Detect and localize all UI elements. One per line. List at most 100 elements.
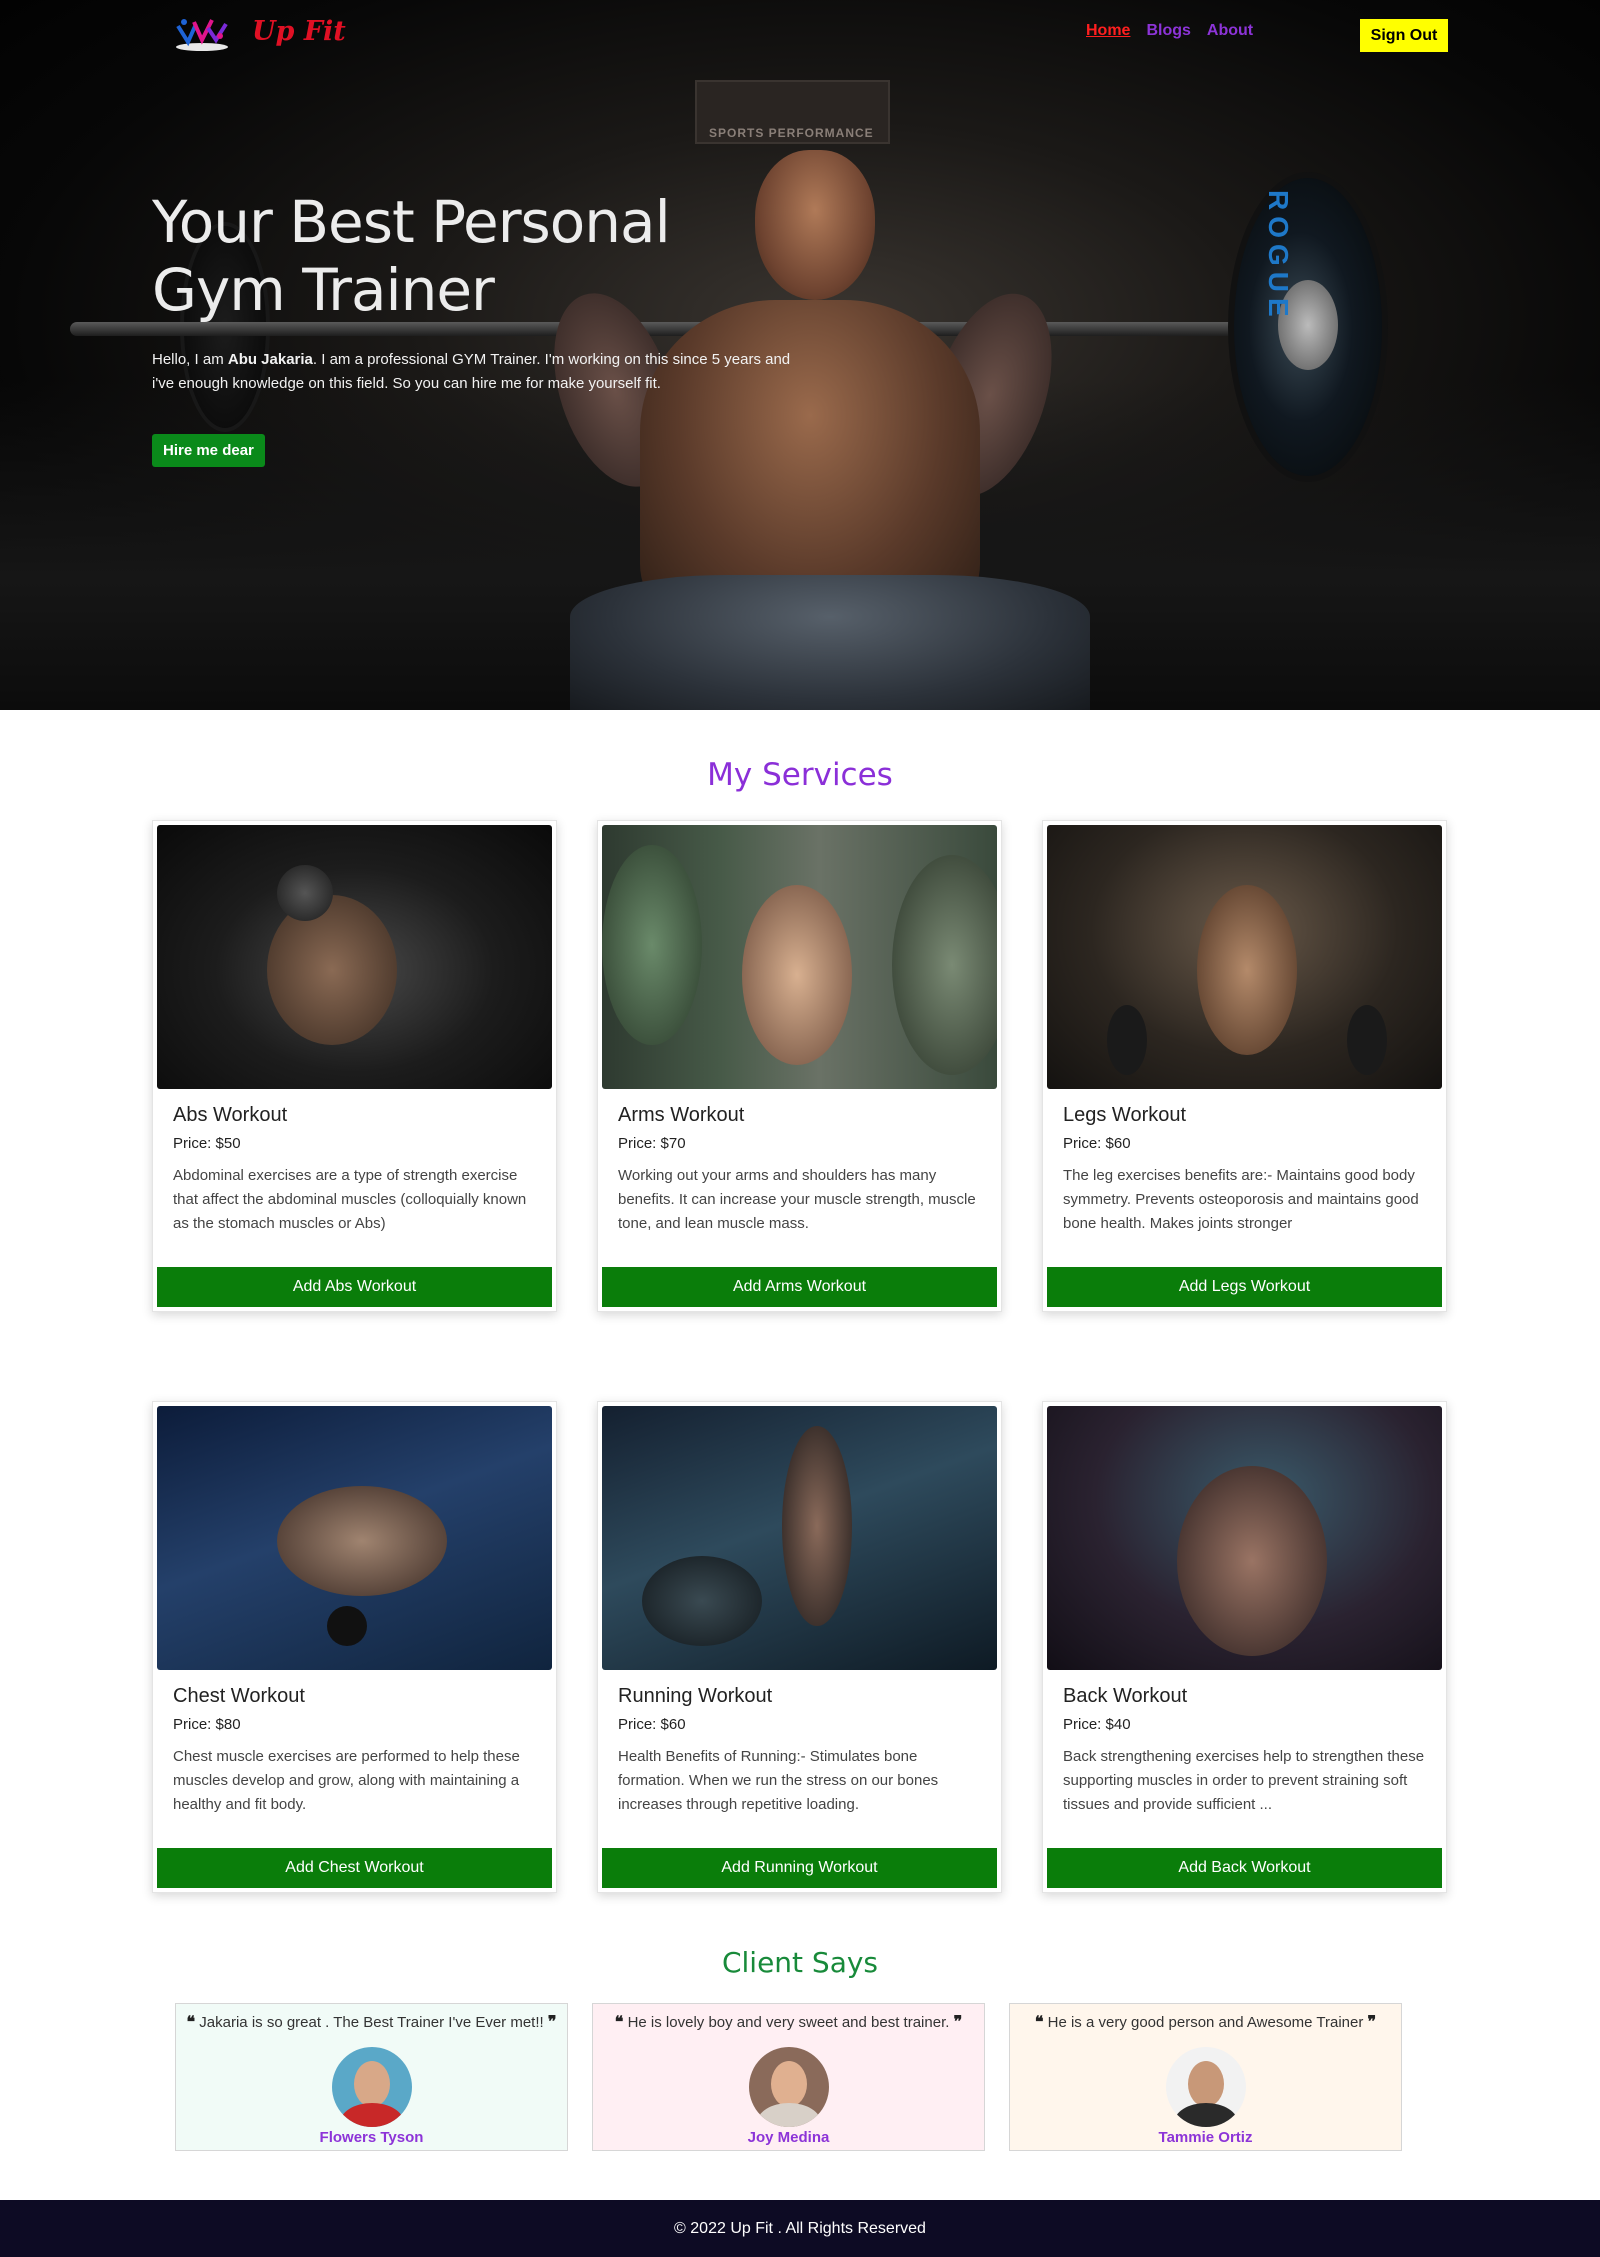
hero-desc-prefix: Hello, I am (152, 351, 228, 368)
hero-content: Your Best Personal Gym Trainer Hello, I … (152, 188, 812, 467)
athlete-figure (1177, 1466, 1327, 1656)
add-abs-workout-button[interactable]: Add Abs Workout (157, 1267, 552, 1307)
service-card-arms: Arms Workout Price: $70 Working out your… (597, 820, 1002, 1312)
testimonials-row: ❝ Jakaria is so great . The Best Trainer… (175, 2003, 1402, 2151)
kettlebell (327, 1606, 367, 1646)
athlete-figure (1197, 885, 1297, 1055)
service-image-arms (602, 825, 997, 1089)
service-image-running (602, 1406, 997, 1670)
services-title: My Services (707, 757, 893, 793)
service-card-body: Back Workout Price: $40 Back strengtheni… (1047, 1670, 1442, 1846)
service-title: Abs Workout (173, 1104, 288, 1126)
athlete-figure (742, 885, 852, 1065)
services-row-2: Chest Workout Price: $80 Chest muscle ex… (152, 1401, 1448, 1893)
service-title: Arms Workout (618, 1104, 745, 1126)
service-description: Health Benefits of Running:- Stimulates … (618, 1748, 939, 1813)
services-row-1: Abs Workout Price: $50 Abdominal exercis… (152, 820, 1448, 1312)
service-image-back (1047, 1406, 1442, 1670)
testimonial-text: He is lovely boy and very sweet and best… (627, 2014, 950, 2031)
add-chest-workout-button[interactable]: Add Chest Workout (157, 1848, 552, 1888)
add-legs-workout-button[interactable]: Add Legs Workout (1047, 1267, 1442, 1307)
gym-machine (642, 1556, 762, 1646)
quote-close-icon: ❞ (953, 2012, 963, 2031)
client-name: Flowers Tyson (319, 2129, 424, 2146)
athlete-figure (277, 1486, 447, 1596)
service-card-abs: Abs Workout Price: $50 Abdominal exercis… (152, 820, 557, 1312)
service-description: Abdominal exercises are a type of streng… (173, 1167, 527, 1232)
top-navbar: Up Fit Home Blogs About Sign Out (0, 0, 1600, 70)
service-price: Price: $50 (173, 1135, 241, 1152)
service-image-legs (1047, 825, 1442, 1089)
weight-plate-left (602, 845, 702, 1045)
service-title: Chest Workout (173, 1685, 305, 1707)
service-description: Chest muscle exercises are performed to … (173, 1748, 520, 1813)
quote-open-icon: ❝ (614, 2012, 624, 2031)
nav-link-about[interactable]: About (1207, 22, 1253, 40)
service-card-body: Chest Workout Price: $80 Chest muscle ex… (157, 1670, 552, 1846)
weight-plate-right (892, 855, 997, 1075)
testimonial-card: ❝ He is lovely boy and very sweet and be… (592, 2003, 985, 2151)
plate-logo-text: ROGUE (1263, 190, 1294, 323)
nav-link-blogs[interactable]: Blogs (1146, 22, 1190, 40)
clients-title: Client Says (721, 1946, 879, 1979)
quote-close-icon: ❞ (1367, 2012, 1377, 2031)
service-price: Price: $80 (173, 1716, 241, 1733)
testimonial-quote: ❝ He is a very good person and Awesome T… (1010, 2012, 1401, 2031)
nav-link-home[interactable]: Home (1086, 22, 1130, 40)
testimonial-quote: ❝ He is lovely boy and very sweet and be… (593, 2012, 984, 2031)
hero-background-sign: SPORTS PERFORMANCE (695, 80, 890, 144)
service-card-body: Running Workout Price: $60 Health Benefi… (602, 1670, 997, 1846)
quote-open-icon: ❝ (186, 2012, 196, 2031)
service-card-chest: Chest Workout Price: $80 Chest muscle ex… (152, 1401, 557, 1893)
hero-title-line1: Your Best Personal (152, 188, 671, 256)
service-title: Legs Workout (1063, 1104, 1187, 1126)
hero-title: Your Best Personal Gym Trainer (152, 188, 812, 324)
service-title: Back Workout (1063, 1685, 1188, 1707)
service-price: Price: $40 (1063, 1716, 1131, 1733)
quote-close-icon: ❞ (547, 2012, 557, 2031)
avatar (1165, 2047, 1246, 2127)
avatar (331, 2047, 412, 2127)
quote-open-icon: ❝ (1034, 2012, 1044, 2031)
service-price: Price: $70 (618, 1135, 686, 1152)
service-card-back: Back Workout Price: $40 Back strengtheni… (1042, 1401, 1447, 1893)
client-name: Joy Medina (747, 2129, 830, 2146)
avatar (748, 2047, 829, 2127)
service-price: Price: $60 (1063, 1135, 1131, 1152)
footer: © 2022 Up Fit . All Rights Reserved (0, 2200, 1600, 2257)
testimonial-text: He is a very good person and Awesome Tra… (1047, 2014, 1364, 2031)
medicine-ball (277, 865, 333, 921)
athlete-figure (267, 895, 397, 1045)
footer-copyright: © 2022 Up Fit . All Rights Reserved (674, 2220, 926, 2237)
service-description: The leg exercises benefits are:- Maintai… (1063, 1167, 1419, 1232)
service-image-chest (157, 1406, 552, 1670)
barbell-plate-right (1347, 1005, 1387, 1075)
service-description: Working out your arms and shoulders has … (618, 1167, 976, 1232)
service-card-running: Running Workout Price: $60 Health Benefi… (597, 1401, 1002, 1893)
client-name: Tammie Ortiz (1158, 2129, 1253, 2146)
athlete-figure (782, 1426, 852, 1626)
hero-section: SPORTS PERFORMANCE ROGUE Up Fit Home Blo… (0, 0, 1600, 710)
barbell-plate-left (1107, 1005, 1147, 1075)
testimonial-text: Jakaria is so great . The Best Trainer I… (199, 2014, 544, 2031)
testimonial-quote: ❝ Jakaria is so great . The Best Trainer… (176, 2012, 567, 2031)
hero-description: Hello, I am Abu Jakaria. I am a professi… (152, 348, 792, 396)
upfit-logo-icon[interactable] (172, 14, 232, 54)
hero-title-line2: Gym Trainer (152, 256, 495, 324)
add-arms-workout-button[interactable]: Add Arms Workout (602, 1267, 997, 1307)
sign-out-button[interactable]: Sign Out (1360, 19, 1448, 52)
trainer-shorts (570, 575, 1090, 710)
testimonial-card: ❝ Jakaria is so great . The Best Trainer… (175, 2003, 568, 2151)
add-back-workout-button[interactable]: Add Back Workout (1047, 1848, 1442, 1888)
service-card-body: Arms Workout Price: $70 Working out your… (602, 1089, 997, 1265)
add-running-workout-button[interactable]: Add Running Workout (602, 1848, 997, 1888)
service-image-abs (157, 825, 552, 1089)
brand-name[interactable]: Up Fit (252, 16, 346, 47)
service-card-body: Legs Workout Price: $60 The leg exercise… (1047, 1089, 1442, 1265)
trainer-name: Abu Jakaria (227, 351, 313, 368)
testimonial-card: ❝ He is a very good person and Awesome T… (1009, 2003, 1402, 2151)
service-description: Back strengthening exercises help to str… (1063, 1748, 1425, 1813)
service-price: Price: $60 (618, 1716, 686, 1733)
hire-me-button[interactable]: Hire me dear (152, 434, 265, 467)
service-card-body: Abs Workout Price: $50 Abdominal exercis… (157, 1089, 552, 1265)
